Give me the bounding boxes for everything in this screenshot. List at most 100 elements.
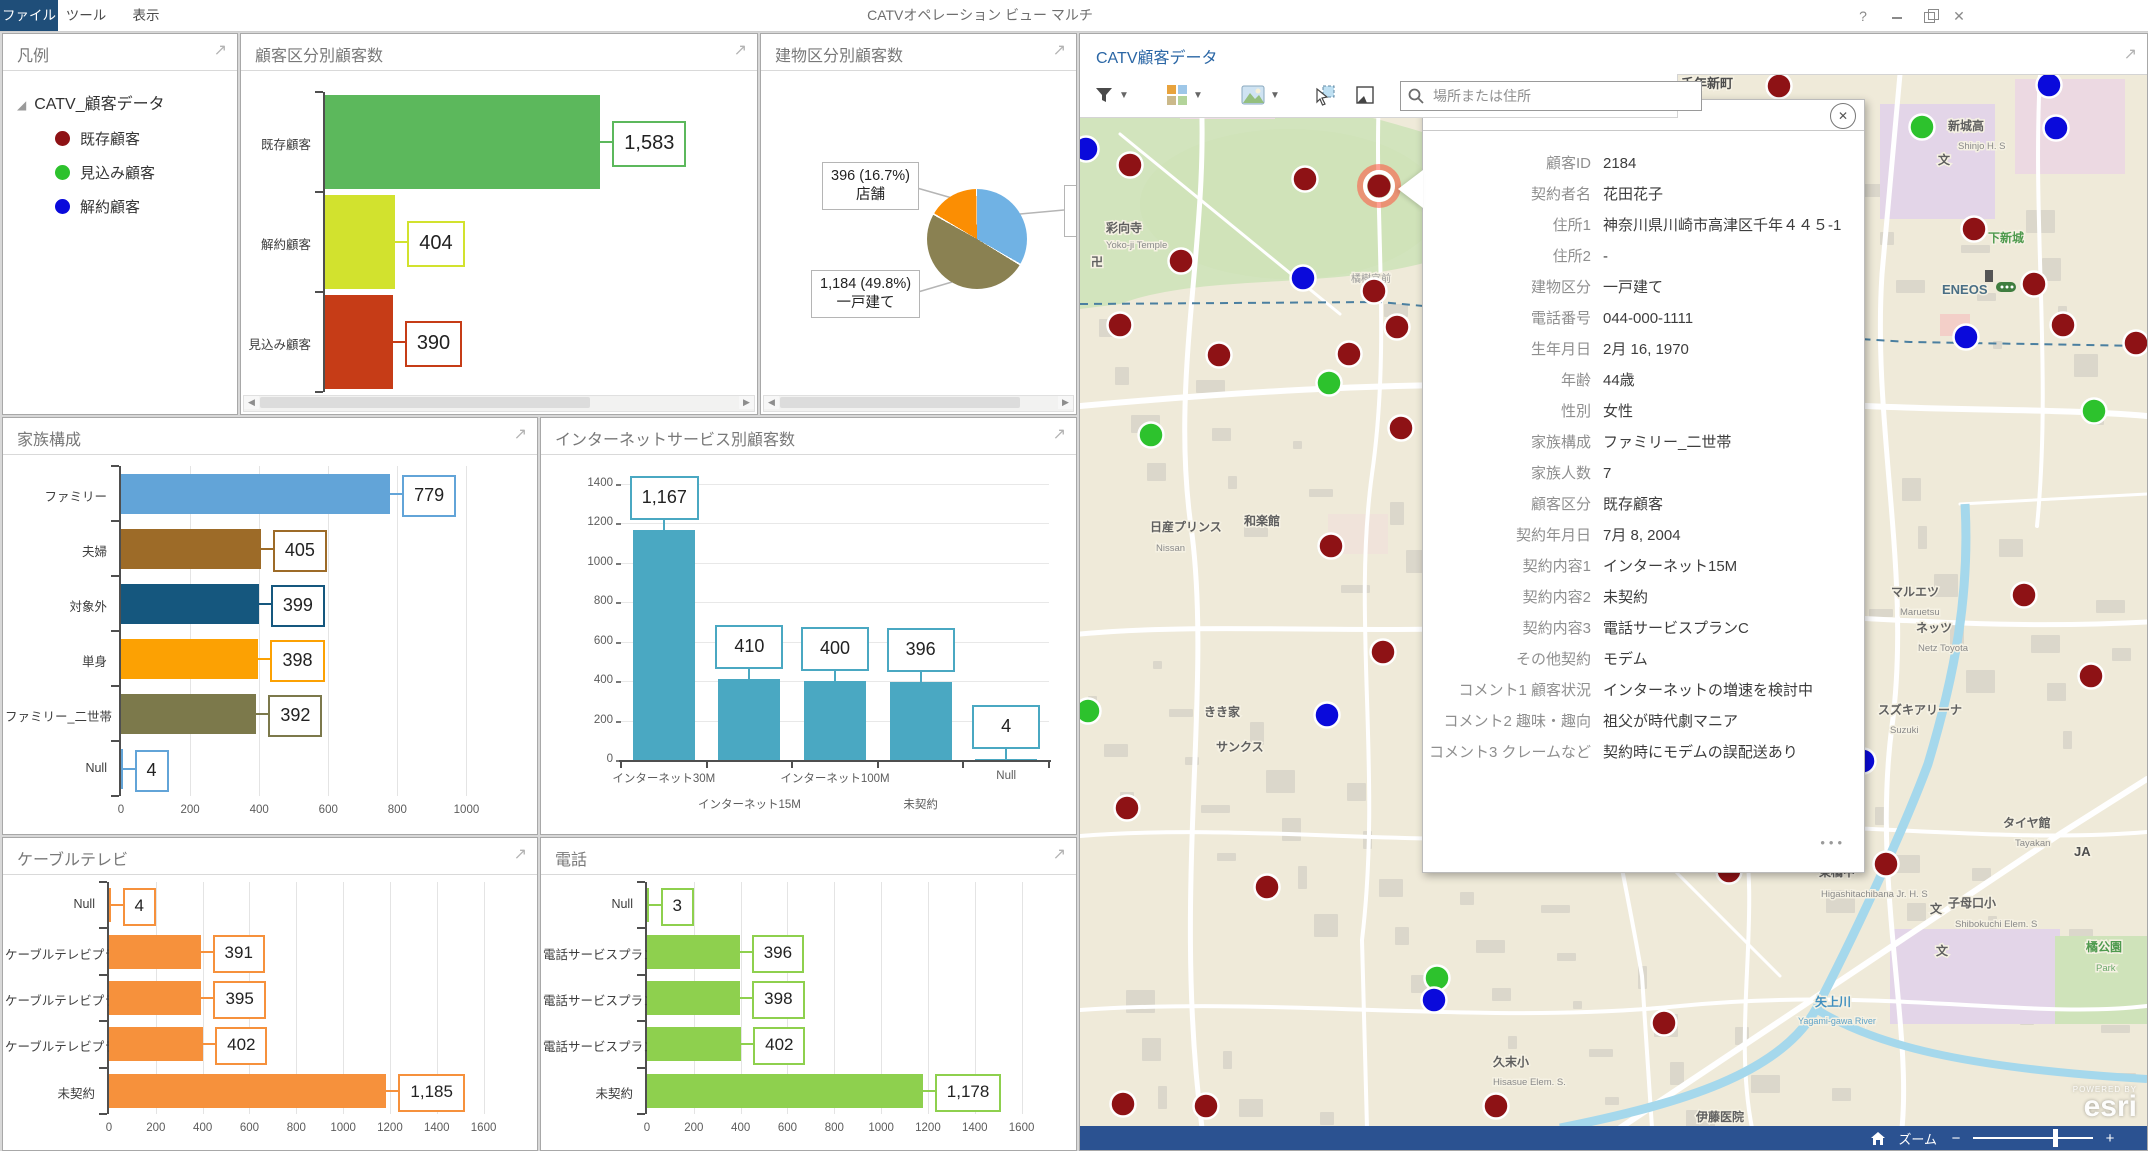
- scroll-left-button[interactable]: ◀: [244, 396, 259, 409]
- dot-existing-customer[interactable]: [2051, 313, 2076, 338]
- dot-existing-customer[interactable]: [1874, 852, 1899, 877]
- bar[interactable]: [718, 679, 780, 760]
- extent-grid-button[interactable]: ▼: [1166, 81, 1203, 109]
- close-button[interactable]: ✕: [1946, 5, 1972, 27]
- dot-prospect-customer[interactable]: [1139, 423, 1164, 448]
- dot-existing-customer[interactable]: [2012, 583, 2037, 608]
- rectangle-select-button[interactable]: [1354, 81, 1376, 109]
- dot-prospect-customer[interactable]: [1910, 115, 1935, 140]
- zoom-slider[interactable]: [1973, 1137, 2093, 1139]
- bar[interactable]: [975, 759, 1037, 761]
- bar[interactable]: [633, 530, 695, 760]
- home-icon[interactable]: [1870, 1131, 1886, 1146]
- bar[interactable]: [647, 935, 740, 969]
- dot-cancelled-customer[interactable]: [2044, 116, 2069, 141]
- bar[interactable]: [804, 681, 866, 760]
- dot-existing-customer[interactable]: [1767, 74, 1792, 99]
- bar[interactable]: [121, 474, 390, 514]
- dot-existing-customer[interactable]: [1118, 153, 1143, 178]
- legend-item[interactable]: 既存顧客: [55, 128, 140, 149]
- scroll-right-button[interactable]: ▶: [1058, 396, 1073, 409]
- menu-tools[interactable]: ツール: [58, 0, 114, 31]
- dot-existing-customer[interactable]: [1194, 1094, 1219, 1119]
- dot-existing-customer[interactable]: [1255, 875, 1280, 900]
- popout-icon[interactable]: ↗: [514, 844, 527, 864]
- scroll-right-button[interactable]: ▶: [739, 396, 754, 409]
- legend-layer-row[interactable]: ◢CATV_顧客データ: [17, 90, 165, 114]
- dot-existing-customer[interactable]: [1371, 640, 1396, 665]
- zoom-slider-handle[interactable]: [2053, 1129, 2058, 1147]
- bar[interactable]: [109, 981, 201, 1015]
- bar[interactable]: [121, 694, 256, 734]
- horizontal-scrollbar[interactable]: ◀ ▶: [763, 395, 1074, 412]
- dot-existing-customer[interactable]: [1385, 315, 1410, 340]
- dot-cancelled-customer[interactable]: [1291, 266, 1316, 291]
- dot-prospect-customer[interactable]: [1317, 371, 1342, 396]
- bar[interactable]: [325, 195, 395, 289]
- legend-item[interactable]: 見込み顧客: [55, 162, 155, 183]
- popout-icon[interactable]: ↗: [1053, 844, 1066, 864]
- restore-button[interactable]: [1916, 5, 1942, 27]
- bar[interactable]: [647, 1074, 923, 1108]
- bar[interactable]: [121, 584, 259, 624]
- bar[interactable]: [647, 1027, 741, 1061]
- dot-existing-customer[interactable]: [1207, 343, 1232, 368]
- dot-existing-customer[interactable]: [2022, 272, 2047, 297]
- zoom-in-button[interactable]: +: [2101, 1130, 2119, 1147]
- popup-close-button[interactable]: ✕: [1830, 103, 1856, 129]
- scroll-left-button[interactable]: ◀: [764, 396, 779, 409]
- dot-existing-customer[interactable]: [1108, 313, 1133, 338]
- bar[interactable]: [647, 981, 740, 1015]
- scrollbar-thumb[interactable]: [260, 397, 590, 408]
- dot-existing-customer[interactable]: [2124, 331, 2148, 356]
- bar[interactable]: [109, 1027, 203, 1061]
- popout-icon[interactable]: ↗: [1053, 424, 1066, 444]
- horizontal-scrollbar[interactable]: ◀ ▶: [243, 395, 755, 412]
- menu-view[interactable]: 表示: [118, 0, 174, 31]
- dot-prospect-customer[interactable]: [2082, 399, 2107, 424]
- dot-existing-customer[interactable]: [1169, 249, 1194, 274]
- legend-item[interactable]: 解約顧客: [55, 196, 140, 217]
- minimize-button[interactable]: [1884, 5, 1910, 27]
- bar[interactable]: [325, 295, 393, 389]
- dot-existing-customer[interactable]: [1652, 1011, 1677, 1036]
- popup-more-button[interactable]: •••: [1820, 835, 1846, 850]
- popout-icon[interactable]: ↗: [2124, 44, 2137, 64]
- bar[interactable]: [890, 682, 952, 760]
- dot-cancelled-customer[interactable]: [2037, 74, 2062, 98]
- bar[interactable]: [121, 639, 258, 679]
- dot-existing-customer[interactable]: [1111, 1092, 1136, 1117]
- menu-file[interactable]: ファイル: [0, 0, 58, 31]
- dot-existing-customer[interactable]: [1337, 342, 1362, 367]
- bar[interactable]: [325, 95, 600, 189]
- dot-existing-customer[interactable]: [1293, 167, 1318, 192]
- scrollbar-thumb[interactable]: [780, 397, 1020, 408]
- dot-existing-customer[interactable]: [1319, 534, 1344, 559]
- dot-existing-customer[interactable]: [1389, 416, 1414, 441]
- dot-cancelled-customer[interactable]: [1422, 988, 1447, 1013]
- filter-button[interactable]: ▼: [1094, 81, 1129, 109]
- dot-existing-customer[interactable]: [1962, 217, 1987, 242]
- popout-icon[interactable]: ↗: [214, 40, 227, 60]
- popout-icon[interactable]: ↗: [734, 40, 747, 60]
- bar[interactable]: [109, 935, 201, 969]
- select-tool-button[interactable]: [1312, 81, 1336, 109]
- help-button[interactable]: ?: [1850, 5, 1876, 27]
- bar[interactable]: [121, 529, 261, 569]
- popout-icon[interactable]: ↗: [1053, 40, 1066, 60]
- dot-existing-customer[interactable]: [2079, 664, 2104, 689]
- dot-existing-customer[interactable]: [1484, 1094, 1509, 1119]
- zoom-out-button[interactable]: −: [1947, 1130, 1965, 1147]
- dot-cancelled-customer[interactable]: [1080, 137, 1099, 162]
- search-input[interactable]: [1431, 87, 1685, 105]
- pie-chart[interactable]: [927, 189, 1027, 289]
- dot-cancelled-customer[interactable]: [1315, 703, 1340, 728]
- bar[interactable]: [109, 1074, 386, 1108]
- popout-icon[interactable]: ↗: [514, 424, 527, 444]
- dot-existing-customer[interactable]: [1362, 279, 1387, 304]
- dot-cancelled-customer[interactable]: [1954, 325, 1979, 350]
- basemap-button[interactable]: ▼: [1241, 81, 1280, 109]
- dot-existing-customer[interactable]: [1115, 796, 1140, 821]
- selected-dot[interactable]: [1368, 175, 1391, 198]
- dot-prospect-customer[interactable]: [1080, 699, 1101, 724]
